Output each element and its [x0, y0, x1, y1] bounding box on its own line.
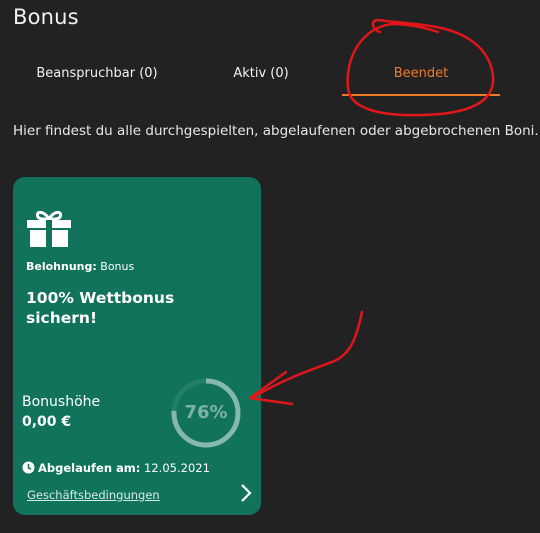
clock-icon: [22, 461, 35, 474]
reward-label: Belohnung:: [26, 260, 97, 273]
terms-link[interactable]: Geschäftsbedingungen: [27, 488, 160, 502]
annotation-arrow: [250, 310, 364, 400]
expired-date: 12.05.2021: [144, 461, 210, 475]
bonus-tabs: Beanspruchbar (0) Aktiv (0) Beendet: [0, 64, 540, 96]
bonus-page: Bonus Beanspruchbar (0) Aktiv (0) Beende…: [0, 0, 540, 533]
tab-finished[interactable]: Beendet: [342, 64, 500, 96]
intro-text: Hier findest du alle durchgespielten, ab…: [13, 123, 539, 139]
bonus-amount-label: Bonushöhe: [22, 394, 101, 410]
tab-active[interactable]: Aktiv (0): [184, 64, 338, 96]
expired-label: Abgelaufen am:: [38, 461, 141, 475]
bonus-card: Belohnung: Bonus 100% Wettbonus sichern!…: [13, 177, 261, 515]
gift-icon: [27, 210, 71, 247]
offer-title: 100% Wettbonus sichern!: [26, 289, 175, 327]
annotation-circle-tail: [390, 22, 440, 34]
page-title: Bonus: [13, 5, 79, 29]
reward-line: Belohnung: Bonus: [26, 260, 134, 273]
chevron-right-icon[interactable]: [239, 483, 253, 503]
expiry-line: Abgelaufen am: 12.05.2021: [22, 461, 210, 475]
active-tab-indicator: [342, 94, 500, 96]
tab-claimable[interactable]: Beanspruchbar (0): [20, 64, 174, 96]
reward-value: Bonus: [100, 260, 135, 273]
progress-percentage: 76%: [184, 402, 228, 423]
bonus-amount-value: 0,00 €: [22, 414, 72, 430]
